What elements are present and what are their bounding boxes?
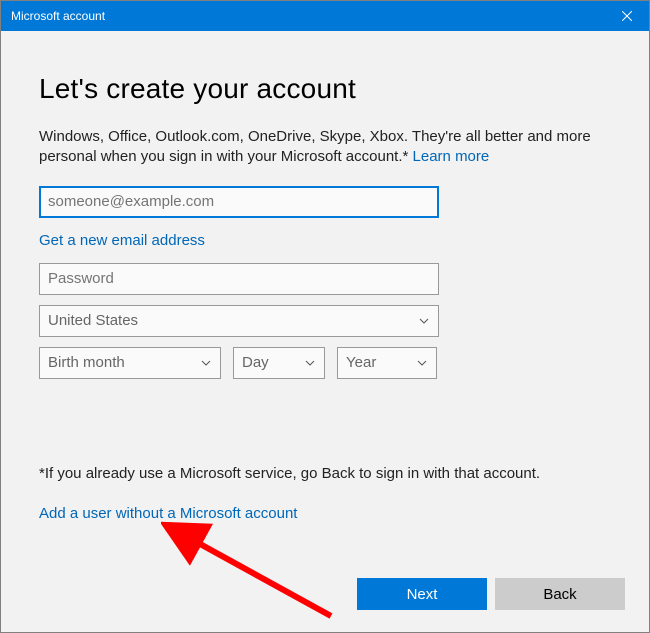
birth-day-select[interactable]: Day [233, 347, 325, 379]
birth-month-select[interactable]: Birth month [39, 347, 221, 379]
learn-more-link[interactable]: Learn more [413, 148, 490, 165]
chevron-down-icon [304, 357, 316, 369]
password-field[interactable] [39, 263, 439, 295]
chevron-down-icon [416, 357, 428, 369]
get-new-email-link[interactable]: Get a new email address [39, 232, 205, 249]
description: Windows, Office, Outlook.com, OneDrive, … [39, 127, 611, 168]
dialog-content: Let's create your account Windows, Offic… [1, 31, 649, 632]
footer-note: *If you already use a Microsoft service,… [39, 465, 611, 482]
close-button[interactable] [604, 1, 649, 31]
dob-row: Birth month Day Year [39, 347, 611, 379]
birth-year-label: Year [346, 354, 376, 371]
next-button[interactable]: Next [357, 578, 487, 610]
chevron-down-icon [200, 357, 212, 369]
birth-day-label: Day [242, 354, 269, 371]
button-row: Next Back [357, 578, 625, 610]
email-field[interactable] [39, 186, 439, 218]
birth-month-label: Birth month [48, 354, 125, 371]
page-title: Let's create your account [39, 73, 611, 105]
annotation-arrow [161, 521, 351, 631]
back-button[interactable]: Back [495, 578, 625, 610]
title-bar: Microsoft account [1, 1, 649, 31]
window-title: Microsoft account [11, 9, 105, 23]
chevron-down-icon [418, 315, 430, 327]
birth-year-select[interactable]: Year [337, 347, 437, 379]
add-user-without-msa-link[interactable]: Add a user without a Microsoft account [39, 505, 297, 522]
description-text: Windows, Office, Outlook.com, OneDrive, … [39, 128, 591, 165]
country-value: United States [48, 312, 138, 329]
country-select[interactable]: United States [39, 305, 439, 337]
close-icon [622, 11, 632, 21]
